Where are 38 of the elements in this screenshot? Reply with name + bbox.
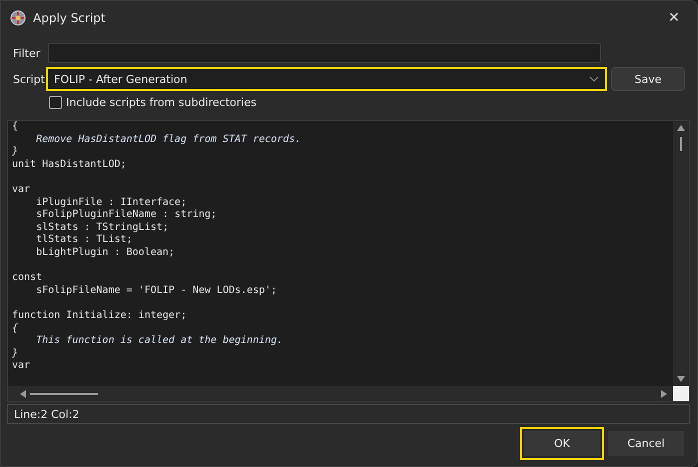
code-line: unit HasDistantLOD; [12, 158, 126, 170]
window-title: Apply Script [33, 10, 106, 24]
ok-button[interactable]: OK [520, 427, 604, 460]
close-button[interactable]: ✕ [659, 6, 689, 30]
app-icon [10, 10, 26, 26]
code-line: var [12, 184, 30, 195]
code-line: var [12, 360, 30, 372]
code-line: } [12, 146, 18, 158]
code-line: bLightPlugin : Boolean; [35, 246, 175, 258]
code-editor[interactable] [7, 120, 690, 402]
checkbox-label: Include scripts from subdirectories [66, 96, 256, 109]
code-line: } [12, 348, 18, 359]
filter-field[interactable] [48, 43, 601, 63]
checkbox[interactable] [49, 96, 62, 109]
code-line: { [12, 322, 18, 334]
chevron-down-icon [589, 76, 599, 82]
horizontal-scrollbar[interactable] [8, 386, 673, 401]
scroll-right-icon [661, 390, 667, 398]
code-line: const [12, 272, 42, 284]
code-line: iPluginFile : IInterface; [35, 196, 187, 208]
status-bar: Line:2 Col:2 [7, 404, 690, 424]
save-button[interactable]: Save [611, 67, 685, 91]
code-line: { [12, 121, 18, 132]
scroll-up-icon [677, 125, 685, 131]
script-dropdown[interactable]: FOLIP - After Generation [46, 67, 607, 91]
vertical-scrollbar[interactable] [673, 121, 689, 386]
code-line: This function is called at the beginning. [35, 335, 283, 346]
code-line: slStats : TStringList; [35, 222, 169, 233]
code-line: function Initialize: integer; [12, 310, 187, 321]
filter-label: Filter [13, 46, 42, 60]
scroll-left-icon [20, 390, 26, 398]
code-line: sFolipFileName = 'FOLIP - New LODs.esp'; [35, 284, 277, 296]
code-line: sFolipPluginFileName : string; [35, 209, 217, 220]
scroll-down-icon [677, 376, 685, 382]
code-line: tlStats : TList; [35, 234, 132, 246]
code-line: Remove HasDistantLOD flag from STAT records. [35, 134, 301, 145]
script-label: Script [13, 72, 46, 86]
scrollbar-corner [673, 386, 689, 401]
